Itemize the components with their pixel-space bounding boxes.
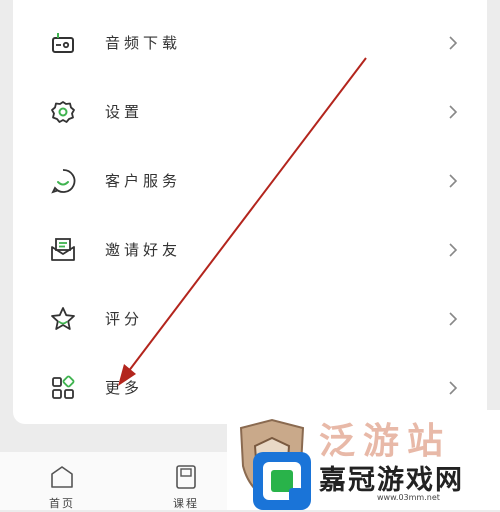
watermark-brand: 嘉冠游戏网 <box>319 465 464 496</box>
menu-item-label: 音频下载 <box>105 34 182 52</box>
watermark-url: www.03mm.net <box>377 493 440 502</box>
grid-more-icon <box>52 375 75 399</box>
chevron-right-icon <box>449 380 458 395</box>
star-icon <box>51 306 75 330</box>
tab-label: 首页 <box>49 497 75 510</box>
chevron-right-icon <box>449 242 458 257</box>
chevron-right-icon <box>449 311 458 326</box>
site-logo-icon <box>253 452 311 510</box>
book-icon <box>176 465 196 489</box>
home-icon <box>51 466 73 488</box>
menu-item-invite-friends[interactable]: 邀请好友 <box>13 215 487 284</box>
menu-item-label: 评分 <box>105 310 144 328</box>
radio-icon <box>52 32 74 53</box>
menu-item-label: 客户服务 <box>105 172 182 190</box>
chat-smile-icon <box>51 168 76 194</box>
menu-item-label: 设置 <box>105 103 144 121</box>
menu-item-settings[interactable]: 设置 <box>13 77 487 146</box>
mail-invite-icon <box>51 237 75 261</box>
tab-courses[interactable]: 课程 <box>146 452 226 510</box>
chevron-right-icon <box>449 35 458 50</box>
site-watermark: 泛游站 嘉冠游戏网 www.03mm.net <box>227 410 500 510</box>
menu-item-rating[interactable]: 评分 <box>13 284 487 353</box>
tab-home[interactable]: 首页 <box>22 452 102 510</box>
tab-label: 课程 <box>173 497 199 510</box>
chevron-right-icon <box>449 173 458 188</box>
menu-item-customer-service[interactable]: 客户服务 <box>13 146 487 215</box>
settings-menu-card: 音频下载 设置 客户服务 邀请好友 评分 更多 <box>13 0 487 424</box>
menu-item-audio-download[interactable]: 音频下载 <box>13 8 487 77</box>
gear-icon <box>51 100 75 123</box>
menu-item-label: 更多 <box>105 379 144 397</box>
chevron-right-icon <box>449 104 458 119</box>
watermark-ghost-text: 泛游站 <box>319 421 452 462</box>
menu-item-label: 邀请好友 <box>105 241 182 259</box>
